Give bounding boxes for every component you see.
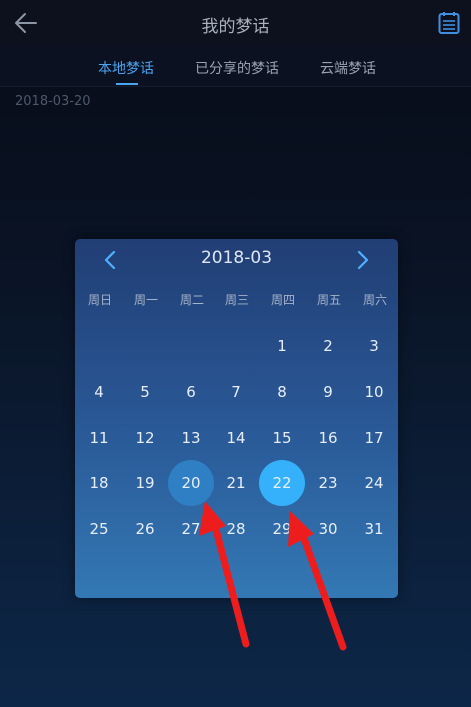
calendar-day-24[interactable]: 24 [354, 471, 394, 495]
calendar-day-8[interactable]: 8 [262, 380, 302, 404]
calendar-day-25[interactable]: 25 [79, 517, 119, 541]
calendar-day-11[interactable]: 11 [79, 426, 119, 450]
calendar-day-22[interactable]: 22 [262, 471, 302, 495]
calendar-day-31[interactable]: 31 [354, 517, 394, 541]
calendar-day-6[interactable]: 6 [171, 380, 211, 404]
calendar-day-9[interactable]: 9 [308, 380, 348, 404]
weekday-label: 周五 [316, 293, 341, 307]
calendar-day-2[interactable]: 2 [308, 334, 348, 358]
calendar-day-30[interactable]: 30 [308, 517, 348, 541]
calendar-day-18[interactable]: 18 [79, 471, 119, 495]
calendar-day-29[interactable]: 29 [262, 517, 302, 541]
app-header: 我的梦话 [0, 0, 471, 46]
calendar-day-5[interactable]: 5 [125, 380, 165, 404]
calendar-icon[interactable] [438, 11, 460, 35]
calendar-day-23[interactable]: 23 [308, 471, 348, 495]
calendar-day-12[interactable]: 12 [125, 426, 165, 450]
weekday-label: 周四 [270, 293, 295, 307]
calendar-day-10[interactable]: 10 [354, 380, 394, 404]
calendar-day-1[interactable]: 1 [262, 334, 302, 358]
tab-bar: 本地梦话 已分享的梦话 云端梦话 [0, 46, 471, 87]
calendar-day-3[interactable]: 3 [354, 334, 394, 358]
calendar-day-20[interactable]: 20 [171, 471, 211, 495]
tab-cloud[interactable]: 云端梦话 [320, 58, 376, 78]
calendar-day-27[interactable]: 27 [171, 517, 211, 541]
calendar-day-28[interactable]: 28 [216, 517, 256, 541]
weekday-label: 周一 [133, 293, 158, 307]
calendar-day-26[interactable]: 26 [125, 517, 165, 541]
calendar-day-16[interactable]: 16 [308, 426, 348, 450]
page-title: 我的梦话 [201, 17, 270, 37]
chevron-right-icon[interactable] [350, 248, 374, 272]
calendar-day-4[interactable]: 4 [79, 380, 119, 404]
calendar-day-19[interactable]: 19 [125, 471, 165, 495]
calendar-day-14[interactable]: 14 [216, 426, 256, 450]
calendar-day-15[interactable]: 15 [262, 426, 302, 450]
calendar-day-7[interactable]: 7 [216, 380, 256, 404]
calendar-day-13[interactable]: 13 [171, 426, 211, 450]
weekday-header-row: 周日 周一 周二 周三 周四 周五 周六 [76, 291, 396, 309]
weekday-label: 周二 [179, 293, 204, 307]
tab-local[interactable]: 本地梦话 [98, 58, 154, 78]
calendar-day-21[interactable]: 21 [216, 471, 256, 495]
weekday-label: 周日 [87, 293, 112, 307]
weekday-label: 周三 [224, 293, 249, 307]
calendar-day-17[interactable]: 17 [354, 426, 394, 450]
weekday-label: 周六 [362, 293, 387, 307]
active-tab-indicator [116, 83, 138, 85]
calendar-popup: 2018-03 周日 周一 周二 周三 周四 周五 周六 1 2 3 4 5 6 7 8 9 10 11 12 13… [75, 239, 398, 598]
tab-shared[interactable]: 已分享的梦话 [195, 58, 279, 78]
list-date-header: 2018-03-20 [15, 94, 91, 109]
